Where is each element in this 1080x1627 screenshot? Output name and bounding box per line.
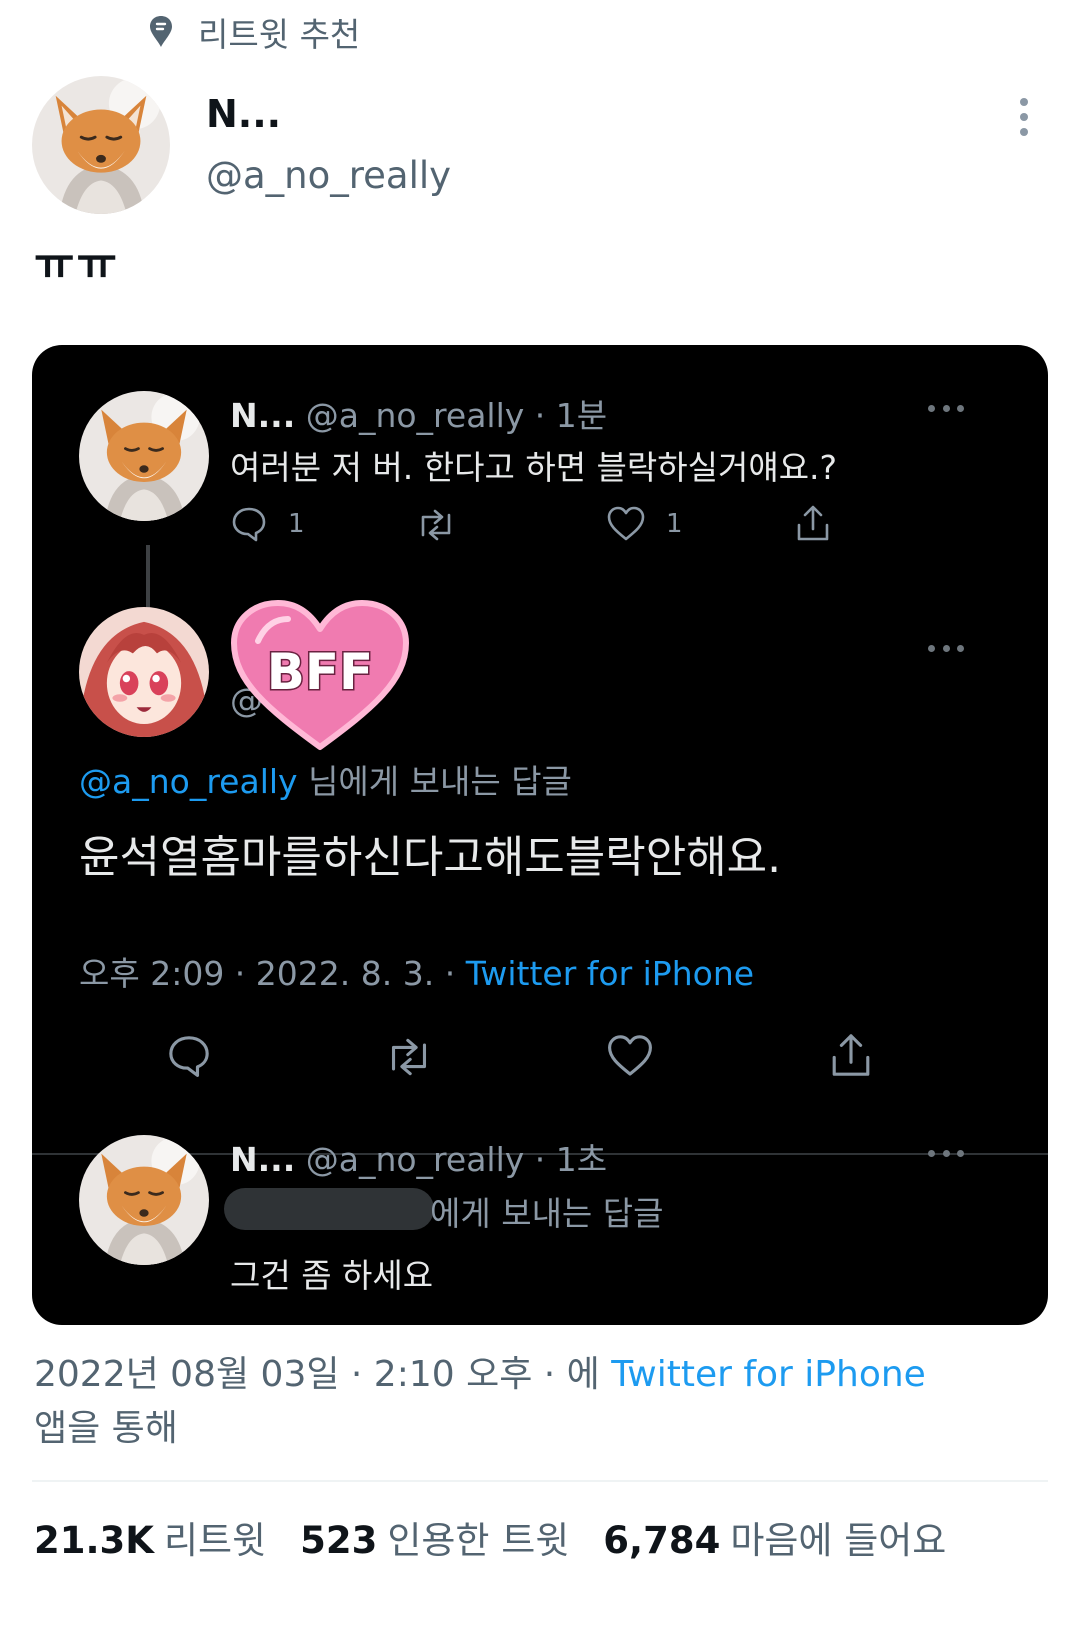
quotes-label: 인용한 트윗	[387, 1519, 570, 1562]
reply-to-line: @a_no_really 님에게 보내는 답글	[79, 755, 572, 803]
reply-count: 1	[288, 509, 305, 539]
tweet-timestamp: 2022년 08월 03일 · 2:10 오후 · 에 Twitter for …	[34, 1348, 1034, 1456]
quotes-stat[interactable]: 523 인용한 트윗	[300, 1510, 569, 1564]
detail-retweet-icon	[391, 1038, 427, 1076]
screenshot-avatar-fox	[79, 391, 209, 521]
quotes-count: 523	[300, 1519, 378, 1562]
author-name[interactable]: N...	[206, 92, 281, 136]
reply-to-suffix: 님에게 보내는 답글	[308, 762, 572, 801]
tweet-text: ㅠㅠ	[34, 239, 119, 290]
screenshot-avatar-fox-2	[79, 1135, 209, 1265]
share-icon	[797, 505, 829, 541]
last-tweet-text: 그건 좀 하세요	[230, 1256, 434, 1295]
embedded-screenshot[interactable]: N... @a_no_really · 1분 여러분 저 버. 한다고 하면 블…	[32, 345, 1048, 1325]
reply-time: 오후 2:09 · 2022. 8. 3. ·	[79, 954, 456, 993]
reply-source: Twitter for iPhone	[465, 954, 755, 993]
location-pin-icon	[150, 16, 172, 47]
author-handle[interactable]: @a_no_really	[206, 154, 451, 197]
first-tweet-more-icon	[928, 405, 964, 413]
stats-divider	[32, 1480, 1048, 1482]
author-avatar[interactable]	[32, 76, 170, 214]
detail-reply-icon	[169, 1036, 209, 1077]
last-tweet-name: N...	[230, 1140, 296, 1179]
recommend-label: 리트윗 추천	[198, 15, 361, 54]
sticker-text: BFF	[267, 643, 373, 701]
bff-heart-sticker: BFF	[228, 597, 412, 757]
thread-connector	[146, 545, 150, 615]
first-tweet-header: N... @a_no_really · 1분	[230, 389, 607, 437]
last-tweet-header: N... @a_no_really · 1초	[230, 1133, 607, 1181]
reply-tweet-more-icon	[928, 645, 964, 653]
reply-icon	[232, 507, 266, 542]
timestamp-text: 2022년 08월 03일 · 2:10 오후 · 에	[34, 1354, 600, 1395]
redacted-handle	[224, 1188, 434, 1230]
last-tweet-more-icon	[928, 1150, 964, 1158]
detail-like-icon	[608, 1035, 652, 1076]
like-icon	[607, 506, 645, 541]
first-tweet-name: N...	[230, 396, 296, 435]
likes-stat[interactable]: 6,784 마음에 들어요	[603, 1510, 946, 1564]
source-suffix: 앱을 통해	[34, 1408, 178, 1449]
like-count: 1	[666, 509, 683, 539]
reply-time-line: 오후 2:09 · 2022. 8. 3. · Twitter for iPho…	[79, 947, 754, 995]
recommend-header: 리트윗 추천	[148, 10, 360, 54]
reply-tweet-text: 윤석열홈마를하신다고해도블락안해요.	[79, 832, 782, 883]
first-tweet-meta: @a_no_really · 1분	[305, 396, 608, 435]
reply-to-handle: @a_no_really	[79, 762, 298, 801]
last-tweet-reply-suffix: 에게 보내는 답글	[430, 1194, 664, 1233]
first-tweet-text: 여러분 저 버. 한다고 하면 블락하실거얘요.?	[230, 448, 838, 487]
likes-label: 마음에 들어요	[730, 1519, 947, 1562]
tweet-stats: 21.3K 리트윗 523 인용한 트윗 6,784 마음에 들어요	[34, 1510, 946, 1564]
likes-count: 6,784	[603, 1519, 721, 1562]
tweet-source-link[interactable]: Twitter for iPhone	[611, 1354, 926, 1395]
retweet-icon	[421, 509, 451, 541]
more-options-icon[interactable]	[1018, 98, 1030, 136]
retweets-count: 21.3K	[34, 1519, 154, 1562]
retweets-label: 리트윗	[163, 1519, 267, 1562]
retweets-stat[interactable]: 21.3K 리트윗	[34, 1510, 266, 1564]
last-tweet-meta: @a_no_really · 1초	[305, 1140, 608, 1179]
detail-share-icon	[832, 1034, 870, 1076]
screenshot-avatar-anime	[79, 607, 209, 737]
